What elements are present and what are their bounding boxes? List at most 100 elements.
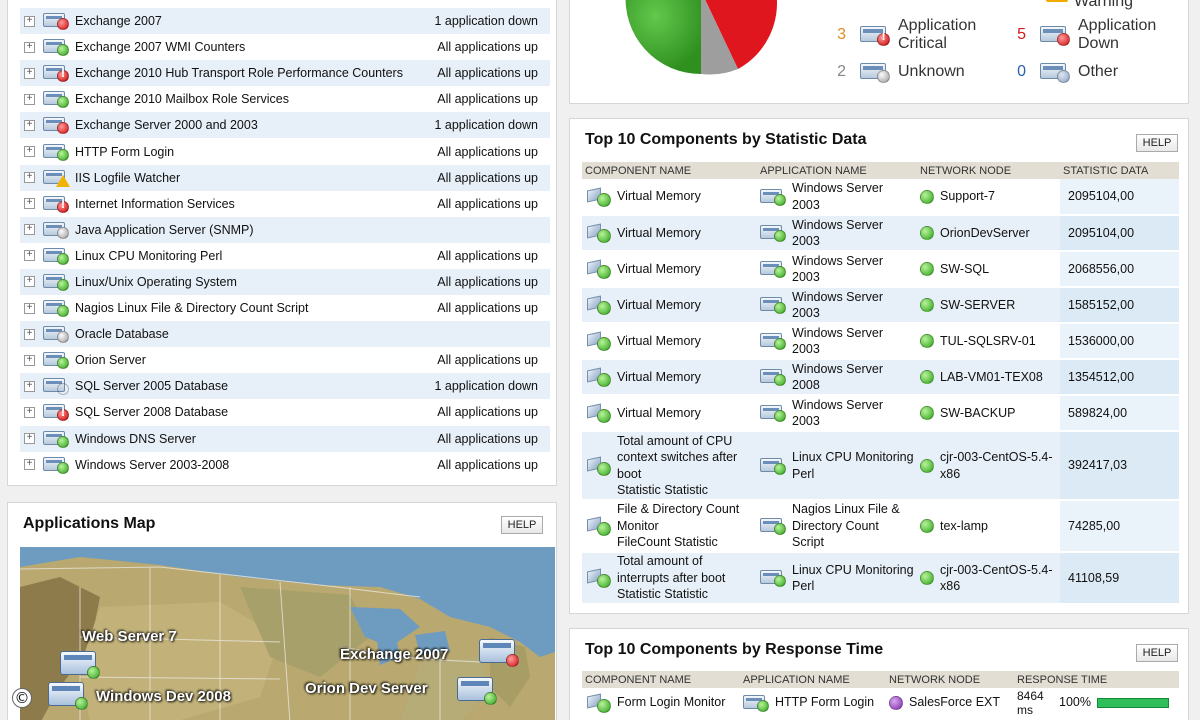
application-name-link[interactable]: Windows Server 2003 [792, 253, 914, 286]
expand-icon[interactable]: + [24, 67, 35, 79]
application-row[interactable]: + Nagios Linux File & Directory Count Scr… [20, 295, 550, 321]
application-row[interactable]: + Windows DNS Server All applications up [20, 425, 550, 452]
application-row[interactable]: + Linux CPU Monitoring Perl All applicatio… [20, 243, 550, 269]
application-row[interactable]: + Java Application Server (SNMP) [20, 216, 550, 243]
network-node-link[interactable]: SW-BACKUP [940, 405, 1015, 422]
column-header-statistic-data[interactable]: STATISTIC DATA [1060, 162, 1179, 179]
applications-map-help-button[interactable]: HELP [501, 516, 543, 534]
component-name-link[interactable]: Total amount of CPU context switches aft… [617, 433, 754, 483]
network-node-link[interactable]: cjr-003-CentOS-5.4-x86 [940, 562, 1057, 595]
column-header-component[interactable]: COMPONENT NAME [582, 162, 757, 179]
application-row[interactable]: +Internet Information ServicesAll applic… [20, 191, 550, 217]
expand-icon[interactable]: + [24, 354, 35, 366]
application-name-link[interactable]: Windows Server 2008 [792, 361, 914, 394]
map-node-orion-dev-server[interactable] [457, 677, 497, 705]
expand-icon[interactable]: + [24, 41, 35, 53]
component-name-link[interactable]: Virtual Memory [617, 405, 701, 422]
map-node-exchange-2007[interactable] [479, 639, 519, 667]
application-name[interactable]: Java Application Server (SNMP) [75, 223, 550, 237]
expand-icon[interactable]: + [24, 459, 35, 471]
legend-other[interactable]: 0 Other [1000, 61, 1118, 83]
application-name-link[interactable]: HTTP Form Login [775, 694, 874, 711]
expand-icon[interactable]: + [24, 172, 35, 184]
application-name-link[interactable]: Windows Server 2003 [792, 180, 914, 213]
application-name-link[interactable]: Windows Server 2003 [792, 397, 914, 430]
network-node-link[interactable]: cjr-003-CentOS-5.4-x86 [940, 449, 1057, 482]
component-name-link[interactable]: Virtual Memory [617, 369, 701, 386]
expand-icon[interactable]: + [24, 433, 35, 445]
expand-icon[interactable]: + [24, 146, 35, 158]
component-name-link[interactable]: Form Login Monitor [617, 694, 725, 711]
legend-application-down[interactable]: 5 Application Down [1000, 17, 1158, 53]
network-node-link[interactable]: tex-lamp [940, 518, 988, 535]
application-row[interactable]: + IIS Logfile Watcher All applications up [20, 164, 550, 191]
network-node-link[interactable]: TUL-SQLSRV-01 [940, 333, 1036, 350]
column-header-application[interactable]: APPLICATION NAME [757, 162, 917, 179]
network-node-link[interactable]: OrionDevServer [940, 225, 1030, 242]
application-row[interactable]: + Exchange Server 2000 and 2003 1 applicat… [20, 112, 550, 139]
network-node-link[interactable]: Support-7 [940, 188, 995, 205]
application-row[interactable]: + Windows Server 2003-2008 All application… [20, 452, 550, 478]
application-name-link[interactable]: Windows Server 2003 [792, 217, 914, 250]
legend-unknown[interactable]: 2 Unknown [820, 61, 965, 83]
application-row[interactable]: +Exchange 2010 Hub Transport Role Perfor… [20, 60, 550, 87]
application-row[interactable]: + SQL Server 2005 Database 1 application d… [20, 373, 550, 400]
expand-icon[interactable]: + [24, 328, 35, 340]
application-name-link[interactable]: Linux CPU Monitoring Perl [792, 562, 914, 595]
expand-icon[interactable]: + [24, 224, 35, 236]
column-header-network-node[interactable]: NETWORK NODE [917, 162, 1060, 179]
component-name-link[interactable]: File & Directory Count Monitor [617, 501, 754, 534]
application-row[interactable]: + Oracle Database [20, 321, 550, 348]
table-row: File & Directory Count Monitor FileCount … [582, 500, 1179, 553]
application-name-link[interactable]: Nagios Linux File & Directory Count Scri… [792, 501, 914, 551]
application-row[interactable]: + Orion Server All applications up [20, 347, 550, 373]
up-status-icon [597, 229, 611, 243]
network-node-link[interactable]: LAB-VM01-TEX08 [940, 369, 1043, 386]
network-node-link[interactable]: SW-SQL [940, 261, 989, 278]
top-statistic-help-button[interactable]: HELP [1136, 134, 1178, 152]
legend-warning[interactable]: Warning [1046, 0, 1133, 11]
expand-icon[interactable]: + [24, 276, 35, 288]
application-row[interactable]: + Linux/Unix Operating System All applicat… [20, 268, 550, 296]
column-header-component[interactable]: COMPONENT NAME [582, 671, 740, 688]
expand-icon[interactable]: + [24, 302, 35, 314]
application-name-link[interactable]: Windows Server 2003 [792, 289, 914, 322]
column-header-application[interactable]: APPLICATION NAME [740, 671, 886, 688]
component-name-link[interactable]: Virtual Memory [617, 225, 701, 242]
expand-icon[interactable]: + [24, 93, 35, 105]
applications-map[interactable]: Web Server 7 Windows Dev 2008 Exchange 2… [20, 547, 555, 720]
application-name-link[interactable]: Linux CPU Monitoring Perl [792, 449, 914, 482]
application-row[interactable]: + Exchange 2007 WMI Counters All applicati… [20, 34, 550, 60]
network-node-link[interactable]: SalesForce EXT [909, 694, 1000, 711]
application-row[interactable]: +SQL Server 2008 DatabaseAll application… [20, 399, 550, 425]
expand-icon[interactable]: + [24, 250, 35, 262]
expand-icon[interactable]: + [24, 406, 35, 418]
component-name-link[interactable]: Virtual Memory [617, 297, 701, 314]
network-node-link[interactable]: SW-SERVER [940, 297, 1015, 314]
expand-icon[interactable]: + [24, 15, 35, 27]
component-name-link[interactable]: Virtual Memory [617, 261, 701, 278]
application-row[interactable]: + HTTP Form Login All applications up [20, 138, 550, 164]
application-name[interactable]: Oracle Database [75, 327, 550, 341]
unknown-icon [860, 61, 890, 83]
expand-icon[interactable]: + [24, 119, 35, 131]
expand-icon[interactable]: + [24, 380, 35, 392]
up-status-icon [57, 252, 69, 265]
component-name-link[interactable]: Total amount of interrupts after boot [617, 553, 754, 586]
application-row[interactable]: + Exchange 2010 Mailbox Role Services All … [20, 86, 550, 112]
component-name-link[interactable]: Virtual Memory [617, 188, 701, 205]
network-node-content: OrionDevServer [920, 225, 1057, 242]
application-name-link[interactable]: Windows Server 2003 [792, 325, 914, 358]
map-node-web-server-7[interactable] [60, 651, 100, 679]
top-response-help-button[interactable]: HELP [1136, 644, 1178, 662]
application-icon [43, 221, 69, 239]
legend-application-critical[interactable]: 3 Application Critical [820, 17, 978, 53]
column-header-response-time[interactable]: RESPONSE TIME [1014, 671, 1179, 688]
column-header-network-node[interactable]: NETWORK NODE [886, 671, 1014, 688]
legend-unknown-count: 2 [837, 63, 846, 80]
map-node-windows-dev-2008[interactable] [48, 682, 88, 710]
component-name-link[interactable]: Virtual Memory [617, 333, 701, 350]
application-row[interactable]: + Exchange 2007 1 application down [20, 8, 550, 35]
network-node-content: cjr-003-CentOS-5.4-x86 [920, 449, 1057, 482]
expand-icon[interactable]: + [24, 198, 35, 210]
